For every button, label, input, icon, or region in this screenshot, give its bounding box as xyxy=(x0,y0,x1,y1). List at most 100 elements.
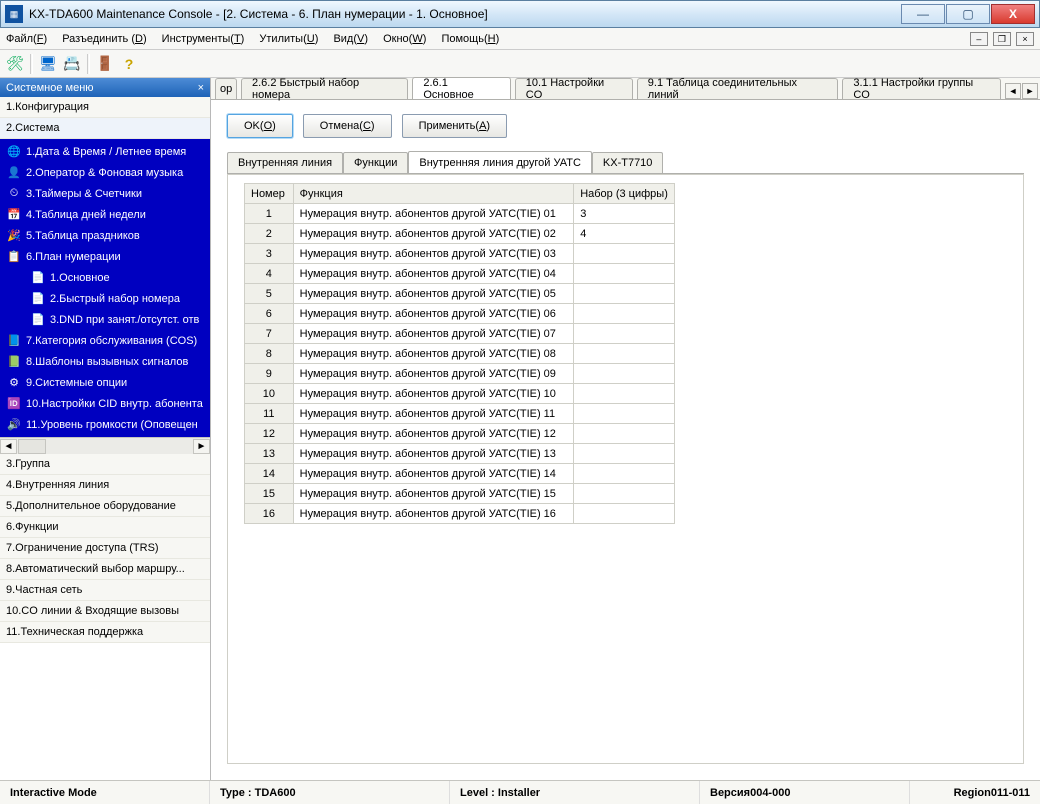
cell-function[interactable]: Нумерация внутр. абонентов другой УАТС(T… xyxy=(293,484,574,504)
sidebar-item[interactable]: 5.Дополнительное оборудование xyxy=(0,496,210,517)
sidebar-item[interactable]: 7.Ограничение доступа (TRS) xyxy=(0,538,210,559)
closewin-button[interactable]: X xyxy=(991,4,1035,24)
cell-dial[interactable] xyxy=(574,504,675,524)
menu-tools[interactable]: Инструменты(T) xyxy=(162,33,245,45)
sidebar-item[interactable]: 6.Функции xyxy=(0,517,210,538)
minimize-button[interactable]: — xyxy=(901,4,945,24)
sidebar-item[interactable]: 3.Группа xyxy=(0,454,210,475)
sidebar-item[interactable]: 9.Частная сеть xyxy=(0,580,210,601)
cell-dial[interactable] xyxy=(574,444,675,464)
scroll-left-icon[interactable]: ◄ xyxy=(0,439,17,454)
sidebar-tree-subitem[interactable]: 📄2.Быстрый набор номера xyxy=(0,288,210,309)
cell-dial[interactable] xyxy=(574,284,675,304)
cell-dial[interactable] xyxy=(574,344,675,364)
cell-function[interactable]: Нумерация внутр. абонентов другой УАТС(T… xyxy=(293,264,574,284)
cell-dial[interactable] xyxy=(574,404,675,424)
top-tab[interactable]: 3.1.1 Настройки группы CO xyxy=(842,78,1001,99)
cell-dial[interactable] xyxy=(574,264,675,284)
sidebar-tree-subitem[interactable]: 📄3.DND при занят./отсутст. отв xyxy=(0,309,210,330)
sidebar-hscroll[interactable]: ◄ ► xyxy=(0,437,210,454)
sidebar-item[interactable]: 1.Конфигурация xyxy=(0,97,210,118)
scroll-right-icon[interactable]: ► xyxy=(193,439,210,454)
cell-dial[interactable] xyxy=(574,244,675,264)
mdi-minimize-button[interactable]: – xyxy=(970,32,988,46)
top-tab[interactable]: 10.1 Настройки CO xyxy=(515,78,633,99)
sidebar-tree-item[interactable]: 📗8.Шаблоны вызывных сигналов xyxy=(0,351,210,372)
maximize-button[interactable]: ▢ xyxy=(946,4,990,24)
menu-utilities[interactable]: Утилиты(U) xyxy=(259,33,318,45)
ok-button[interactable]: OK(O) xyxy=(227,114,293,138)
cell-dial[interactable] xyxy=(574,304,675,324)
cell-function[interactable]: Нумерация внутр. абонентов другой УАТС(T… xyxy=(293,304,574,324)
sidebar-close-icon[interactable]: × xyxy=(198,82,204,94)
cell-dial[interactable]: 4 xyxy=(574,224,675,244)
sidebar-tree-item[interactable]: ⚙9.Системные опции xyxy=(0,372,210,393)
monitor-icon[interactable]: 🖥 xyxy=(37,53,59,75)
cell-function[interactable]: Нумерация внутр. абонентов другой УАТС(T… xyxy=(293,424,574,444)
apply-button[interactable]: Применить(A) xyxy=(402,114,508,138)
menu-file[interactable]: Файл(F) xyxy=(6,33,47,45)
cell-function[interactable]: Нумерация внутр. абонентов другой УАТС(T… xyxy=(293,504,574,524)
sub-tab[interactable]: KX-T7710 xyxy=(592,152,664,173)
tool-icon[interactable]: 🛠 xyxy=(4,53,26,75)
cell-function[interactable]: Нумерация внутр. абонентов другой УАТС(T… xyxy=(293,204,574,224)
cell-dial[interactable] xyxy=(574,464,675,484)
mdi-close-button[interactable]: × xyxy=(1016,32,1034,46)
sidebar-item[interactable]: 10.CO линии & Входящие вызовы xyxy=(0,601,210,622)
sub-tab[interactable]: Функции xyxy=(343,152,408,173)
menus: Файл(F) Разъединить (D) Инструменты(T) У… xyxy=(6,33,511,45)
cell-function[interactable]: Нумерация внутр. абонентов другой УАТС(T… xyxy=(293,324,574,344)
cell-function[interactable]: Нумерация внутр. абонентов другой УАТС(T… xyxy=(293,344,574,364)
menu-help[interactable]: Помощь(H) xyxy=(441,33,499,45)
cancel-button[interactable]: Отмена(C) xyxy=(303,114,392,138)
sidebar-tree-subitem[interactable]: 📄1.Основное xyxy=(0,267,210,288)
sub-tab[interactable]: Внутренняя линия xyxy=(227,152,343,173)
cell-function[interactable]: Нумерация внутр. абонентов другой УАТС(T… xyxy=(293,224,574,244)
tab-scroll-right-icon[interactable]: ► xyxy=(1022,83,1038,99)
cell-dial[interactable]: 3 xyxy=(574,204,675,224)
cell-function[interactable]: Нумерация внутр. абонентов другой УАТС(T… xyxy=(293,444,574,464)
sidebar-tree-item[interactable]: 📘7.Категория обслуживания (COS) xyxy=(0,330,210,351)
sidebar-item[interactable]: 11.Техническая поддержка xyxy=(0,622,210,643)
cell-dial[interactable] xyxy=(574,424,675,444)
cell-dial[interactable] xyxy=(574,384,675,404)
cell-function[interactable]: Нумерация внутр. абонентов другой УАТС(T… xyxy=(293,244,574,264)
col-number[interactable]: Номер xyxy=(245,184,294,204)
tab-scroll-left-icon[interactable]: ◄ xyxy=(1005,83,1021,99)
help-icon[interactable]: ? xyxy=(118,53,140,75)
sidebar-tree-item[interactable]: ⏲3.Таймеры & Счетчики xyxy=(0,183,210,204)
cell-function[interactable]: Нумерация внутр. абонентов другой УАТС(T… xyxy=(293,404,574,424)
menu-disconnect[interactable]: Разъединить (D) xyxy=(62,33,146,45)
sub-tab[interactable]: Внутренняя линия другой УАТС xyxy=(408,151,592,173)
door-icon[interactable]: 🚪 xyxy=(94,53,116,75)
top-tab[interactable]: 2.6.1 Основное xyxy=(412,77,510,99)
scroll-thumb[interactable] xyxy=(18,439,46,454)
menu-window[interactable]: Окно(W) xyxy=(383,33,426,45)
sidebar-item[interactable]: 4.Внутренняя линия xyxy=(0,475,210,496)
sidebar-tree-item[interactable]: 🎉5.Таблица праздников xyxy=(0,225,210,246)
mdi-restore-button[interactable]: ❐ xyxy=(993,32,1011,46)
top-tab[interactable]: 9.1 Таблица соединительных линий xyxy=(637,78,839,99)
cell-function[interactable]: Нумерация внутр. абонентов другой УАТС(T… xyxy=(293,364,574,384)
cell-function[interactable]: Нумерация внутр. абонентов другой УАТС(T… xyxy=(293,464,574,484)
col-dial[interactable]: Набор (3 цифры) xyxy=(574,184,675,204)
top-tab[interactable]: 2.6.2 Быстрый набор номера xyxy=(241,78,408,99)
sub-tabs: Внутренняя линияФункцииВнутренняя линия … xyxy=(227,152,1024,174)
cell-dial[interactable] xyxy=(574,364,675,384)
sidebar-item[interactable]: 8.Автоматический выбор маршру... xyxy=(0,559,210,580)
tab-truncated[interactable]: ор xyxy=(215,78,237,99)
sidebar-tree-item[interactable]: 📅4.Таблица дней недели xyxy=(0,204,210,225)
col-function[interactable]: Функция xyxy=(293,184,574,204)
sidebar-tree-item[interactable]: 🌐1.Дата & Время / Летнее время xyxy=(0,141,210,162)
sidebar-tree-item[interactable]: 👤2.Оператор & Фоновая музыка xyxy=(0,162,210,183)
sidebar-tree-item[interactable]: 🆔10.Настройки CID внутр. абонента xyxy=(0,393,210,414)
sidebar-item[interactable]: 2.Система xyxy=(0,118,210,139)
cell-function[interactable]: Нумерация внутр. абонентов другой УАТС(T… xyxy=(293,284,574,304)
menu-view[interactable]: Вид(V) xyxy=(333,33,368,45)
sidebar-tree-item[interactable]: 📋6.План нумерации xyxy=(0,246,210,267)
cell-dial[interactable] xyxy=(574,484,675,504)
card-icon[interactable]: 📇 xyxy=(61,53,83,75)
cell-dial[interactable] xyxy=(574,324,675,344)
cell-function[interactable]: Нумерация внутр. абонентов другой УАТС(T… xyxy=(293,384,574,404)
sidebar-tree-item[interactable]: 🔊11.Уровень громкости (Оповещен xyxy=(0,414,210,435)
